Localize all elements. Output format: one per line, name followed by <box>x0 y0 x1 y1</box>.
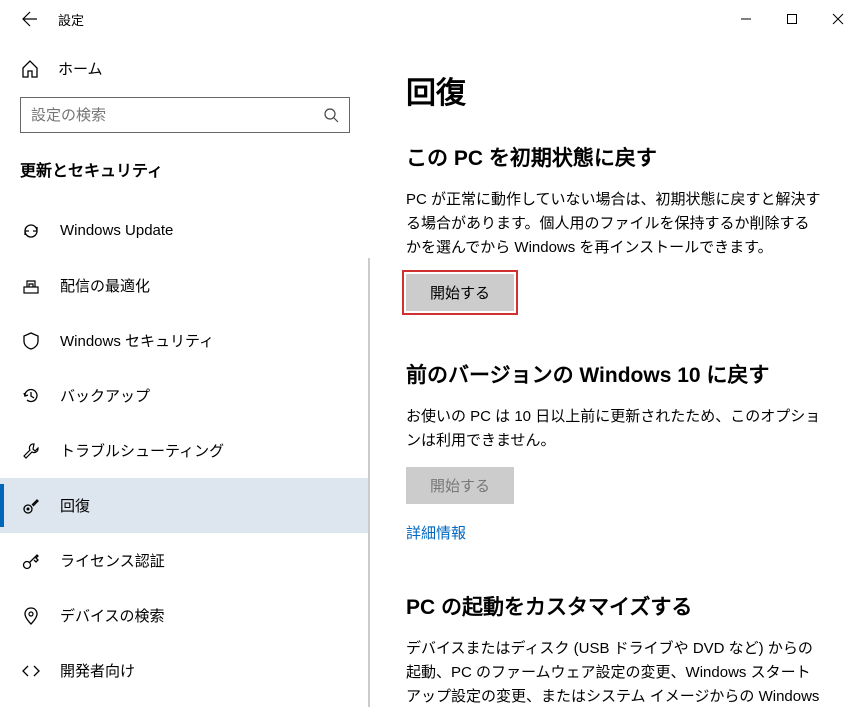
sidebar-item-label: 開発者向け <box>60 660 135 681</box>
sidebar-item-windows-security[interactable]: Windows セキュリティ <box>0 313 370 368</box>
maximize-button[interactable] <box>769 3 815 35</box>
minimize-icon <box>740 13 752 25</box>
delivery-icon <box>20 275 42 297</box>
sidebar-item-label: 配信の最適化 <box>60 275 150 296</box>
close-button[interactable] <box>815 3 861 35</box>
maximize-icon <box>786 13 798 25</box>
shield-icon <box>20 330 42 352</box>
window-title: 設定 <box>58 10 84 29</box>
location-icon <box>20 605 42 627</box>
search-icon <box>323 107 339 123</box>
backup-icon <box>20 385 42 407</box>
section-title: PC の起動をカスタマイズする <box>406 591 821 621</box>
sync-icon <box>20 220 42 242</box>
sidebar-item-label: Windows Update <box>60 222 173 239</box>
sidebar-item-label: デバイスの検索 <box>60 605 165 626</box>
section-description: デバイスまたはディスク (USB ドライブや DVD など) からの起動、PC … <box>406 637 821 707</box>
titlebar: 設定 <box>0 0 861 38</box>
sidebar-item-label: トラブルシューティング <box>60 440 224 461</box>
page-title: 回復 <box>406 68 821 112</box>
sidebar-section-title: 更新とセキュリティ <box>0 157 370 203</box>
wrench-icon <box>20 440 42 462</box>
sidebar-item-backup[interactable]: バックアップ <box>0 368 370 423</box>
sidebar-item-find-my-device[interactable]: デバイスの検索 <box>0 588 370 643</box>
sidebar-item-label: Windows セキュリティ <box>60 330 214 351</box>
main-content: 回復 この PC を初期状態に戻す PC が正常に動作していない場合は、初期状態… <box>370 38 861 707</box>
section-go-back: 前のバージョンの Windows 10 に戻す お使いの PC は 10 日以上… <box>406 359 821 543</box>
section-title: この PC を初期状態に戻す <box>406 142 821 172</box>
back-button[interactable] <box>10 0 50 38</box>
content-area: ホーム 更新とセキュリティ Windows Update 配信の最適化 <box>0 38 861 707</box>
home-button[interactable]: ホーム <box>0 48 370 97</box>
go-back-start-button: 開始する <box>406 467 514 504</box>
sidebar-item-delivery-optimization[interactable]: 配信の最適化 <box>0 258 370 313</box>
key-icon <box>20 550 42 572</box>
minimize-button[interactable] <box>723 3 769 35</box>
window-controls <box>723 3 861 35</box>
section-reset-pc: この PC を初期状態に戻す PC が正常に動作していない場合は、初期状態に戻す… <box>406 142 821 311</box>
sidebar-item-for-developers[interactable]: 開発者向け <box>0 643 370 698</box>
home-label: ホーム <box>58 58 103 79</box>
sidebar: ホーム 更新とセキュリティ Windows Update 配信の最適化 <box>0 38 370 707</box>
sidebar-item-windows-update[interactable]: Windows Update <box>0 203 370 258</box>
sidebar-divider <box>368 258 370 707</box>
sidebar-item-label: バックアップ <box>60 385 150 406</box>
reset-pc-start-button[interactable]: 開始する <box>406 274 514 311</box>
sidebar-item-activation[interactable]: ライセンス認証 <box>0 533 370 588</box>
sidebar-item-label: 回復 <box>60 495 90 516</box>
more-info-link[interactable]: 詳細情報 <box>406 522 466 543</box>
section-advanced-startup: PC の起動をカスタマイズする デバイスまたはディスク (USB ドライブや D… <box>406 591 821 707</box>
sidebar-item-label: ライセンス認証 <box>60 550 165 571</box>
recovery-icon <box>20 495 42 517</box>
sidebar-item-troubleshoot[interactable]: トラブルシューティング <box>0 423 370 478</box>
close-icon <box>832 13 844 25</box>
sidebar-item-recovery[interactable]: 回復 <box>0 478 370 533</box>
home-icon <box>20 59 40 79</box>
search-box[interactable] <box>20 97 350 133</box>
section-title: 前のバージョンの Windows 10 に戻す <box>406 359 821 389</box>
search-input[interactable] <box>31 107 323 124</box>
section-description: PC が正常に動作していない場合は、初期状態に戻すと解決する場合があります。個人… <box>406 188 821 260</box>
section-description: お使いの PC は 10 日以上前に更新されたため、このオプションは利用できませ… <box>406 405 821 453</box>
code-icon <box>20 660 42 682</box>
arrow-left-icon <box>22 11 38 27</box>
